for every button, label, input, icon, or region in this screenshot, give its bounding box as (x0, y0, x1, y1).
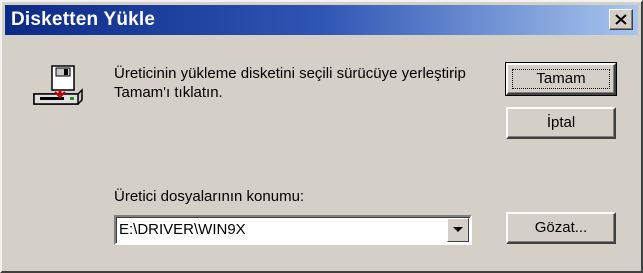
cancel-button-label: İptal (546, 114, 576, 131)
floppy-drive-icon (33, 65, 83, 105)
instruction-message: Üreticinin yükleme disketini seçili sürü… (114, 65, 466, 101)
cancel-button[interactable]: İptal (506, 107, 616, 139)
close-icon (615, 14, 627, 25)
location-combobox[interactable]: E:\DRIVER\WIN9X (114, 215, 472, 245)
browse-button[interactable]: Gözat... (506, 212, 616, 244)
ok-button[interactable]: Tamam (505, 62, 617, 96)
dropdown-button[interactable] (447, 218, 469, 242)
chevron-down-icon (453, 227, 463, 232)
location-value[interactable]: E:\DRIVER\WIN9X (119, 221, 246, 238)
title-bar[interactable]: Disketten Yükle (5, 5, 638, 35)
close-button[interactable] (609, 9, 633, 30)
location-label: Üretici dosyalarının konumu: (114, 188, 305, 205)
browse-button-label: Gözat... (534, 219, 588, 236)
install-from-disk-dialog: Disketten Yükle Üreticinin yükleme diske… (0, 0, 643, 273)
focus-ring (512, 69, 610, 89)
dialog-title: Disketten Yükle (11, 9, 156, 30)
